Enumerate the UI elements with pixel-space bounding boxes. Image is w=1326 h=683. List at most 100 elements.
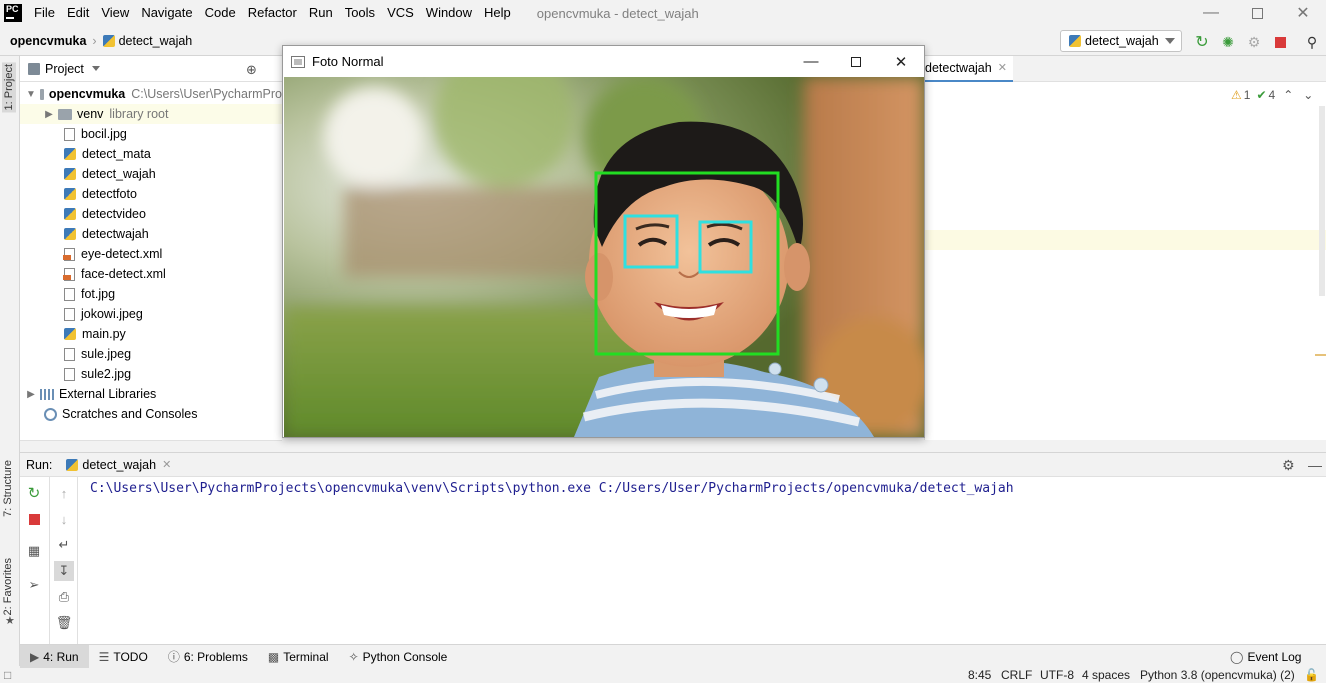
close-tab-icon[interactable]: ✕ xyxy=(998,61,1007,74)
file-encoding[interactable]: UTF-8 xyxy=(1040,668,1074,683)
python-interpreter[interactable]: Python 3.8 (opencvmuka) (2) xyxy=(1140,668,1295,683)
chevron-up-icon[interactable]: ⌃ xyxy=(1283,88,1293,102)
maximize-button[interactable] xyxy=(1234,0,1280,26)
tab-terminal[interactable]: ▩ Terminal xyxy=(258,645,339,669)
run-configuration-select[interactable]: detect_wajah xyxy=(1060,30,1182,52)
tree-item-file[interactable]: bocil.jpg xyxy=(20,124,282,144)
close-icon: ✕ xyxy=(894,53,908,71)
editor-scrollbar[interactable] xyxy=(1319,106,1325,296)
tree-item-file[interactable]: eye-detect.xml xyxy=(20,244,282,264)
structure-tool-tab[interactable]: 7: Structure xyxy=(2,460,14,517)
tree-root-name: opencvmuka xyxy=(48,87,126,101)
image-file-icon xyxy=(64,307,75,321)
tree-item-file[interactable]: face-detect.xml xyxy=(20,264,282,284)
debug-button[interactable]: ✺ xyxy=(1220,34,1236,50)
tab-python-console[interactable]: ✧ Python Console xyxy=(339,645,458,669)
menu-file[interactable]: File xyxy=(28,0,61,26)
dialog-close-button[interactable]: ✕ xyxy=(878,46,924,77)
bug-icon: ✺ xyxy=(1222,33,1234,50)
menu-window[interactable]: Window xyxy=(420,0,478,26)
run-label: Run: xyxy=(26,457,53,472)
tree-item-file[interactable]: detect_mata xyxy=(20,144,282,164)
soft-wrap-button[interactable]: ↵ xyxy=(54,535,74,555)
console-output[interactable]: C:\Users\User\PycharmProjects\opencvmuka… xyxy=(90,481,1014,496)
menu-refactor[interactable]: Refactor xyxy=(242,0,303,26)
gear-icon[interactable]: ⚙ xyxy=(1282,457,1295,474)
toggle-tool-windows-icon[interactable]: □ xyxy=(4,668,11,683)
scroll-to-end-button[interactable]: ↧ xyxy=(54,561,74,581)
tree-item-file[interactable]: detectvideo xyxy=(20,204,282,224)
menu-view[interactable]: View xyxy=(95,0,135,26)
tree-item-file[interactable]: fot.jpg xyxy=(20,284,282,304)
tree-item-label: sule.jpeg xyxy=(81,347,132,361)
breadcrumb-project[interactable]: opencvmuka xyxy=(10,34,86,48)
tree-item-venv[interactable]: ▶ venv library root xyxy=(20,104,282,124)
xml-file-icon xyxy=(63,267,75,281)
chevron-down-icon[interactable] xyxy=(91,66,100,71)
menu-vcs[interactable]: VCS xyxy=(381,0,420,26)
stop-button[interactable] xyxy=(24,509,44,529)
caret-position[interactable]: 8:45 xyxy=(968,668,991,683)
tree-item-label: detect_wajah xyxy=(82,167,156,181)
tree-item-external-libraries[interactable]: ▶ External Libraries xyxy=(20,384,282,404)
project-tool-tab[interactable]: 1: Project xyxy=(2,62,16,113)
project-panel-title[interactable]: Project xyxy=(45,62,84,76)
breadcrumb: opencvmuka › detect_wajah xyxy=(0,34,192,48)
menu-tools[interactable]: Tools xyxy=(339,0,381,26)
menu-edit[interactable]: Edit xyxy=(61,0,95,26)
line-separator[interactable]: CRLF xyxy=(1001,668,1032,683)
tab-problems[interactable]: ⓘ 6: Problems xyxy=(158,645,258,669)
rerun-icon: ↻ xyxy=(1195,34,1209,51)
tab-todo[interactable]: ☰ TODO xyxy=(89,645,158,669)
horizontal-scrollbar[interactable] xyxy=(20,440,282,448)
rerun-button[interactable]: ↻ xyxy=(24,483,44,503)
chevron-right-icon: ▶ xyxy=(27,388,35,400)
menu-code[interactable]: Code xyxy=(199,0,242,26)
locate-icon[interactable]: ⊕ xyxy=(246,62,257,78)
breadcrumb-file[interactable]: detect_wajah xyxy=(119,34,193,48)
hide-panel-icon[interactable]: — xyxy=(1308,457,1322,473)
rerun-button[interactable]: ↻ xyxy=(1194,34,1210,51)
tree-item-file[interactable]: main.py xyxy=(20,324,282,344)
stop-icon xyxy=(1274,36,1286,48)
menu-run[interactable]: Run xyxy=(303,0,339,26)
tree-item-file[interactable]: detect_wajah xyxy=(20,164,282,184)
print-button[interactable]: ⎙ xyxy=(54,587,74,607)
tab-event-log[interactable]: ◯ Event Log xyxy=(1220,645,1311,669)
layout-button[interactable]: ▦ xyxy=(24,541,44,561)
tree-root[interactable]: ▼ opencvmuka C:\Users\User\PycharmPro xyxy=(20,84,282,104)
tree-item-file[interactable]: sule2.jpg xyxy=(20,364,282,384)
stop-button[interactable] xyxy=(1272,34,1288,50)
tree-item-label: face-detect.xml xyxy=(81,267,166,281)
tab-run[interactable]: ▶ 4: Run xyxy=(20,644,89,669)
tree-item-scratches[interactable]: Scratches and Consoles xyxy=(20,404,282,424)
close-button[interactable]: ✕ xyxy=(1280,0,1326,26)
warning-icon: ⚠ xyxy=(1231,88,1242,102)
dialog-maximize-button[interactable] xyxy=(833,46,879,77)
tab-detectwajah[interactable]: detectwajah ✕ xyxy=(925,55,1013,82)
up-button[interactable]: ↑ xyxy=(54,483,74,503)
menu-help[interactable]: Help xyxy=(478,0,517,26)
run-tab-detect-wajah[interactable]: detect_wajah ✕ xyxy=(66,458,171,472)
indent-setting[interactable]: 4 spaces xyxy=(1082,668,1130,683)
project-panel: Project ⊕ ▼ opencvmuka C:\Users\User\Pyc… xyxy=(20,56,282,448)
down-button[interactable]: ↓ xyxy=(54,509,74,529)
inspection-widget[interactable]: ⚠ 1 ✔ 4 ⌃ ⌄ xyxy=(1231,88,1313,102)
minimize-button[interactable]: — xyxy=(1188,0,1234,26)
clear-button[interactable]: 🗑 xyxy=(54,613,74,633)
pin-button[interactable]: ➢ xyxy=(24,575,44,595)
tree-item-label: detectwajah xyxy=(82,227,149,241)
tree-item-file[interactable]: jokowi.jpeg xyxy=(20,304,282,324)
dialog-minimize-button[interactable]: — xyxy=(788,46,834,77)
menu-navigate[interactable]: Navigate xyxy=(135,0,198,26)
search-button[interactable]: ⚲ xyxy=(1304,34,1320,50)
tree-item-file[interactable]: sule.jpeg xyxy=(20,344,282,364)
chevron-down-icon[interactable]: ⌄ xyxy=(1303,88,1313,102)
tree-item-file[interactable]: detectfoto xyxy=(20,184,282,204)
coverage-button[interactable]: ⚙ xyxy=(1246,34,1262,50)
close-tab-icon[interactable]: ✕ xyxy=(162,458,171,471)
lock-icon[interactable]: 🔓 xyxy=(1304,668,1319,683)
favorites-tool-tab[interactable]: 2: Favorites xyxy=(2,558,14,615)
tree-item-file[interactable]: detectwajah xyxy=(20,224,282,244)
python-file-icon xyxy=(64,188,76,200)
